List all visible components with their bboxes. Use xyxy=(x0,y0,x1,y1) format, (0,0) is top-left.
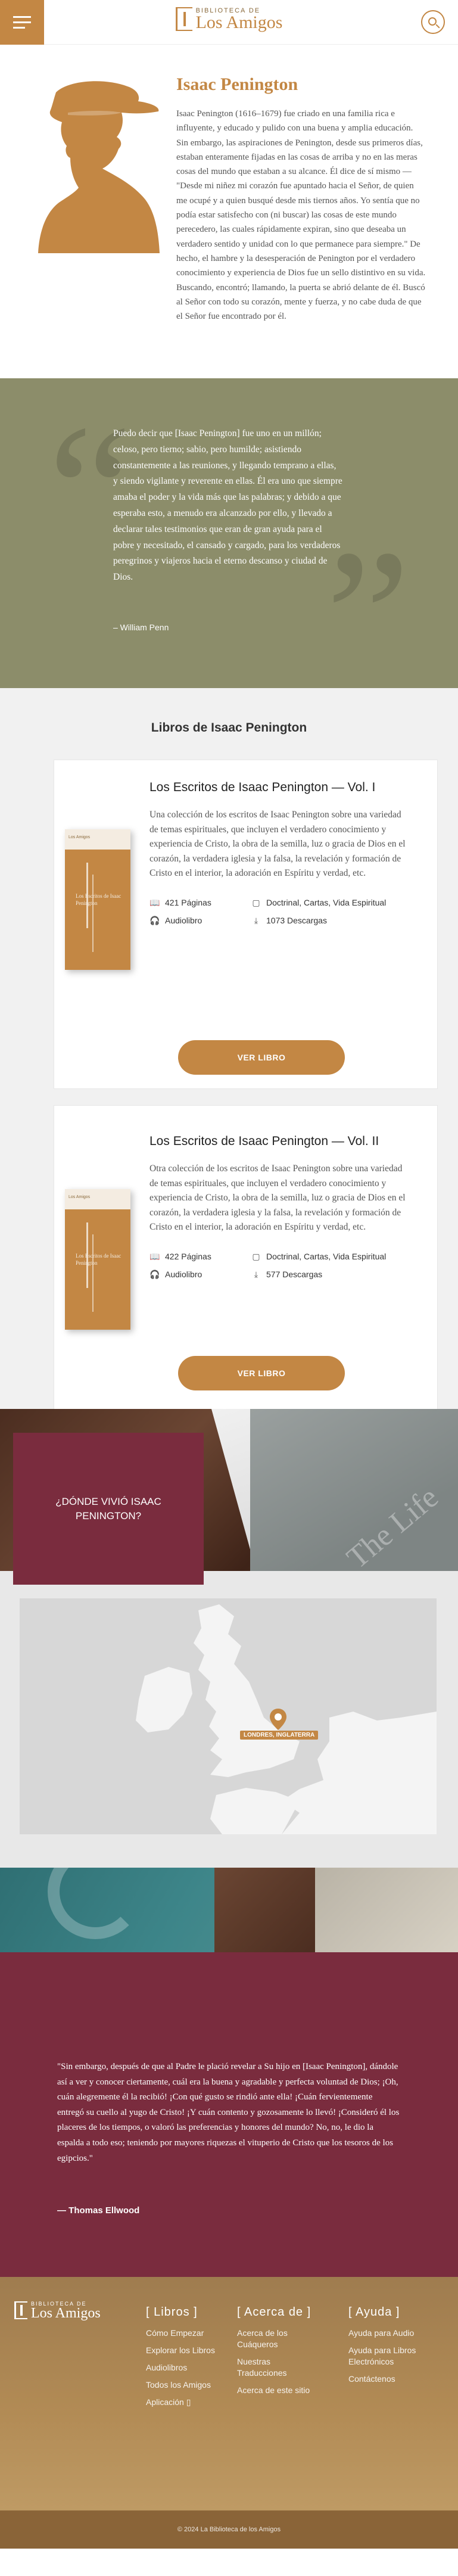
logo-big-text: Los Amigos xyxy=(195,13,283,32)
footer-column-ayuda: [ Ayuda ] Ayuda para Audio Ayuda para Li… xyxy=(348,2306,438,2391)
ellwood-quote-section: "Sin embargo, después de que al Padre le… xyxy=(0,1952,458,2277)
book-pages-icon: 📖 xyxy=(149,897,160,907)
footer-heading: [ Acerca de ] xyxy=(237,2306,311,2319)
site-footer: Biblioteca de Los Amigos [ Libros ] Cómo… xyxy=(0,2277,458,2549)
cover-band-text: Los Amigos xyxy=(68,835,91,839)
footer-column-acerca: [ Acerca de ] Acerca de los Cuáqueros Nu… xyxy=(237,2306,320,2402)
mobile-icon: ▯ xyxy=(186,2397,191,2407)
download-icon: ⤓ xyxy=(254,915,258,925)
book-downloads: 1073 Descargas xyxy=(266,915,327,925)
book-title[interactable]: Los Escritos de Isaac Penington — Vol. I… xyxy=(149,1134,412,1149)
footer-link[interactable]: Audiolibros xyxy=(146,2362,223,2373)
book-genres: Doctrinal, Cartas, Vida Espiritual xyxy=(266,897,387,907)
site-logo[interactable]: Biblioteca de Los Amigos xyxy=(175,7,283,32)
author-bio-text: Isaac Penington (1616–1679) fue criado e… xyxy=(176,109,426,322)
footer-heading: [ Ayuda ] xyxy=(348,2306,400,2319)
quote-text: "Sin embargo, después de que al Padre le… xyxy=(57,2062,400,2163)
book-format: Audiolibro xyxy=(165,1269,202,1279)
headphones-icon: 🎧 xyxy=(149,1269,160,1279)
author-bio-section: Isaac Penington Isaac Penington (1616–16… xyxy=(0,45,458,378)
copyright-text: © 2024 La Biblioteca de los Amigos xyxy=(177,2526,281,2533)
book-downloads: 577 Descargas xyxy=(266,1269,323,1279)
author-name: Isaac Penington xyxy=(176,74,298,94)
hamburger-icon[interactable] xyxy=(0,0,44,45)
footer-link[interactable]: Acerca de este sitio xyxy=(237,2385,320,2396)
footer-link[interactable]: Explorar los Libros xyxy=(146,2345,223,2356)
download-icon: ⤓ xyxy=(254,1269,258,1279)
logo-big-text: Los Amigos xyxy=(31,2306,101,2321)
headphones-icon: 🎧 xyxy=(149,915,160,925)
quote-text: Puedo decir que [Isaac Penington] fue un… xyxy=(113,428,342,583)
map-graphic xyxy=(20,1598,437,1834)
tag-icon: ▢ xyxy=(252,897,260,907)
book-pages: 421 Páginas xyxy=(165,897,211,907)
book-genres: Doctrinal, Cartas, Vida Espiritual xyxy=(266,1251,387,1261)
author-portrait xyxy=(38,81,160,253)
view-book-button[interactable]: VER LIBRO xyxy=(178,1040,345,1075)
where-lived-section: The Life ¿DÓNDE VIVIÓ ISAAC PENINGTON? L… xyxy=(0,1409,458,1868)
book-pages: 422 Páginas xyxy=(165,1251,211,1261)
book-format: Audiolibro xyxy=(165,915,202,925)
book-title[interactable]: Los Escritos de Isaac Penington — Vol. I xyxy=(149,780,412,795)
book-pages-icon: 📖 xyxy=(149,1251,160,1261)
penn-quote-section: “ ” Puedo decir que [Isaac Penington] fu… xyxy=(0,378,458,712)
book-card: Los Amigos Los Escritos de Isaac Peningt… xyxy=(54,760,438,1089)
cover-title: Los Escritos de Isaac Penington xyxy=(76,1253,121,1266)
where-title-box: ¿DÓNDE VIVIÓ ISAAC PENINGTON? xyxy=(13,1433,204,1585)
books-banner-image xyxy=(0,1868,458,1952)
book-cover-image[interactable]: Los Amigos Los Escritos de Isaac Peningt… xyxy=(65,829,130,970)
map-pin-icon[interactable] xyxy=(270,1709,286,1730)
where-title: ¿DÓNDE VIVIÓ ISAAC PENINGTON? xyxy=(55,1495,161,1522)
book-description: Una colección de los escritos de Isaac P… xyxy=(149,810,406,879)
footer-link[interactable]: Aplicación ▯ xyxy=(146,2397,223,2408)
tag-icon: ▢ xyxy=(252,1251,260,1261)
footer-link[interactable]: Ayuda para Audio xyxy=(348,2328,438,2339)
search-button[interactable] xyxy=(421,10,445,34)
logo-mark-icon xyxy=(14,2301,27,2319)
footer-link[interactable]: Todos los Amigos xyxy=(146,2379,223,2391)
cover-band-text: Los Amigos xyxy=(68,1195,91,1199)
footer-link[interactable]: Nuestras Traducciones xyxy=(237,2356,320,2379)
book-description: Otra colección de los escritos de Isaac … xyxy=(149,1163,406,1233)
books-title: Libros de Isaac Penington xyxy=(151,721,307,735)
quote-author: – William Penn xyxy=(113,623,169,632)
logo-mark-icon xyxy=(175,7,192,31)
search-icon xyxy=(428,17,437,26)
location-map[interactable]: LONDRES, INGLATERRA xyxy=(20,1598,437,1834)
footer-link[interactable]: Contáctenos xyxy=(348,2373,438,2385)
footer-link-label: Aplicación xyxy=(146,2397,184,2407)
footer-column-libros: [ Libros ] Cómo Empezar Explorar los Lib… xyxy=(146,2306,223,2414)
book-cover-image[interactable]: Los Amigos Los Escritos de Isaac Peningt… xyxy=(65,1189,130,1330)
quote-author: — Thomas Ellwood xyxy=(57,2205,140,2216)
footer-link[interactable]: Acerca de los Cuáqueros xyxy=(237,2328,320,2350)
footer-link[interactable]: Ayuda para Libros Electrónicos xyxy=(348,2345,438,2367)
footer-heading: [ Libros ] xyxy=(146,2306,198,2319)
map-pin-label: LONDRES, INGLATERRA xyxy=(240,1731,319,1740)
footer-link[interactable]: Cómo Empezar xyxy=(146,2328,223,2339)
view-book-button[interactable]: VER LIBRO xyxy=(178,1356,345,1390)
copyright-bar: © 2024 La Biblioteca de los Amigos xyxy=(0,2510,458,2549)
footer-logo[interactable]: Biblioteca de Los Amigos xyxy=(14,2301,101,2320)
site-header: Biblioteca de Los Amigos xyxy=(0,0,458,45)
book-card: Los Amigos Los Escritos de Isaac Peningt… xyxy=(54,1105,438,1415)
books-section: Libros de Isaac Penington Los Amigos Los… xyxy=(0,688,458,1415)
cover-title: Los Escritos de Isaac Penington xyxy=(76,893,121,906)
